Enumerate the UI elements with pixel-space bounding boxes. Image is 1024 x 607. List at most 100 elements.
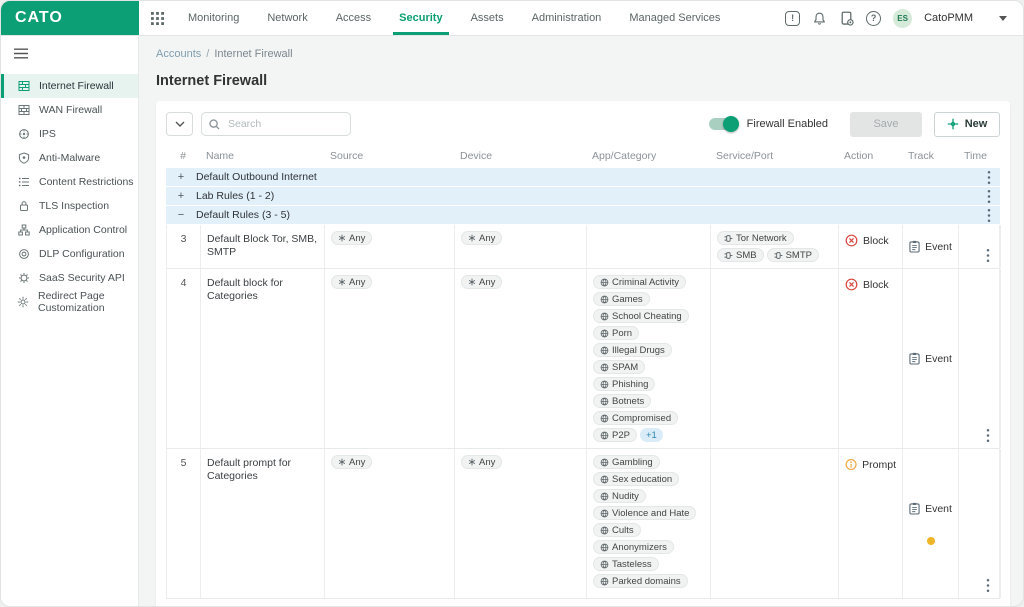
group-menu-button[interactable] <box>987 170 991 185</box>
topnav-item-assets[interactable]: Assets <box>457 1 518 35</box>
rule-number: 4 <box>167 269 201 448</box>
expand-group-icon[interactable]: + <box>166 171 196 183</box>
new-button-label: New <box>964 118 988 130</box>
column-header-time: Time <box>964 150 987 162</box>
device-settings-icon[interactable] <box>839 11 854 26</box>
category-icon <box>600 458 609 466</box>
chip-label: Anonymizers <box>612 541 667 553</box>
track-event: Event <box>909 240 952 253</box>
account-switcher[interactable]: CatoPMM <box>924 12 1007 24</box>
apps-grid-icon[interactable] <box>139 1 174 35</box>
tls-inspection-icon <box>17 200 30 212</box>
breadcrumb-separator: / <box>206 48 210 60</box>
sidebar-item-label: TLS Inspection <box>39 200 110 212</box>
rule-device-cell: Any <box>455 269 587 448</box>
application-control-icon <box>17 224 30 236</box>
column-header-source: Source <box>330 150 364 162</box>
expand-collapse-all-button[interactable] <box>166 112 193 136</box>
rule-group-row[interactable]: + Lab Rules (1 - 2) <box>166 187 1000 205</box>
track-event: Event <box>909 352 952 365</box>
rule-menu-button[interactable] <box>986 578 990 593</box>
column-header-track: Track <box>908 150 934 162</box>
more-chips-badge[interactable]: +1 <box>639 428 663 442</box>
column-header--: # <box>180 150 186 162</box>
chevron-down-icon <box>999 15 1007 21</box>
sidebar-item-saas-security-api[interactable]: SaaS Security API <box>1 266 138 290</box>
rule-source-cell: Any <box>325 269 455 448</box>
chip-gambling: Gambling <box>593 455 660 469</box>
sidebar-item-wan-firewall[interactable]: WAN Firewall <box>1 98 138 122</box>
help-icon[interactable]: ? <box>866 10 882 26</box>
device-chips: Any <box>461 455 580 469</box>
expand-group-icon[interactable]: + <box>166 190 196 202</box>
firewall-rule-row[interactable]: 5 Default prompt for Categories Any Any Gamb… <box>166 449 1001 599</box>
rules-toolbar: Firewall Enabled Save New <box>166 111 1000 137</box>
content-restrictions-icon <box>18 177 29 187</box>
group-menu-button[interactable] <box>987 189 991 204</box>
page-title: Internet Firewall <box>156 73 268 89</box>
chip-label: Illegal Drugs <box>612 344 665 356</box>
firewall-rule-row[interactable]: 4 Default block for Categories Any Any Crimi… <box>166 269 1001 449</box>
breadcrumb-accounts-link[interactable]: Accounts <box>156 48 201 60</box>
topnav-item-security[interactable]: Security <box>385 1 456 35</box>
release-notes-icon[interactable]: ! <box>785 10 801 26</box>
rule-time-cell <box>959 225 1001 268</box>
sidebar-item-redirect-page-customization[interactable]: Redirect Page Customization <box>1 290 138 314</box>
sidebar-item-internet-firewall[interactable]: Internet Firewall <box>1 74 138 98</box>
firewall-rule-row[interactable]: 3 Default Block Tor, SMB, SMTP Any Any Tor N… <box>166 225 1001 269</box>
plug-icon <box>724 251 733 259</box>
column-header-service-port: Service/Port <box>716 150 774 162</box>
chip-tor-network: Tor Network <box>717 231 794 245</box>
event-icon <box>909 502 920 515</box>
rule-track-cell: Event <box>903 449 959 598</box>
topnav-item-access[interactable]: Access <box>322 1 385 35</box>
topnav-item-monitoring[interactable]: Monitoring <box>174 1 253 35</box>
collapse-group-icon[interactable]: − <box>166 209 196 221</box>
group-menu-button[interactable] <box>987 208 991 223</box>
sidebar-item-anti-malware[interactable]: Anti-Malware <box>1 146 138 170</box>
notifications-bell-icon[interactable] <box>812 11 827 26</box>
action-label: Block <box>863 235 889 247</box>
chip-tasteless: Tasteless <box>593 557 659 571</box>
new-rule-button[interactable]: New <box>934 111 1000 137</box>
rule-menu-button[interactable] <box>986 428 990 443</box>
source-chips: Any <box>331 455 448 469</box>
chip-label: Compromised <box>612 412 672 424</box>
search-box <box>201 112 351 136</box>
save-button[interactable]: Save <box>850 111 922 137</box>
topnav-item-managed-services[interactable]: Managed Services <box>615 1 734 35</box>
rule-group-row[interactable]: + Default Outbound Internet <box>166 168 1000 186</box>
prompt-icon <box>845 458 857 471</box>
chip-label: SMTP <box>785 249 812 261</box>
chip-illegal-drugs: Illegal Drugs <box>593 343 672 357</box>
sidebar-item-label: IPS <box>39 128 56 140</box>
asterisk-icon <box>338 278 346 286</box>
search-icon <box>209 117 220 135</box>
user-avatar[interactable]: ES <box>893 8 913 28</box>
rule-menu-button[interactable] <box>986 248 990 263</box>
sidebar-item-application-control[interactable]: Application Control <box>1 218 138 242</box>
chip-label: Botnets <box>612 395 645 407</box>
firewall-enabled-toggle[interactable] <box>708 116 739 132</box>
sidebar-item-dlp-configuration[interactable]: DLP Configuration <box>1 242 138 266</box>
rule-track-cell: Event <box>903 225 959 268</box>
sidebar-item-content-restrictions[interactable]: Content Restrictions <box>1 170 138 194</box>
cato-logo: CATO <box>1 1 139 35</box>
rule-group-row[interactable]: − Default Rules (3 - 5) <box>166 206 1000 224</box>
rule-device-cell: Any <box>455 449 587 598</box>
hamburger-menu-icon[interactable] <box>1 36 138 74</box>
rules-table-body: + Default Outbound Internet + Lab Rules (1 … <box>166 168 1001 599</box>
sidebar-item-tls-inspection[interactable]: TLS Inspection <box>1 194 138 218</box>
search-input[interactable] <box>201 112 351 136</box>
chip-botnets: Botnets <box>593 394 652 408</box>
kebab-icon <box>986 248 990 263</box>
chip-sex-education: Sex education <box>593 472 680 486</box>
block-icon <box>845 278 858 291</box>
asterisk-icon <box>468 458 476 466</box>
sidebar-item-ips[interactable]: IPS <box>1 122 138 146</box>
asterisk-icon <box>338 234 346 242</box>
topnav-item-network[interactable]: Network <box>253 1 321 35</box>
topnav-item-administration[interactable]: Administration <box>518 1 616 35</box>
security-sidebar: Internet Firewall WAN Firewall IPS Anti-Mal… <box>1 36 139 606</box>
toolbar-right: Firewall Enabled Save New <box>708 111 1000 137</box>
